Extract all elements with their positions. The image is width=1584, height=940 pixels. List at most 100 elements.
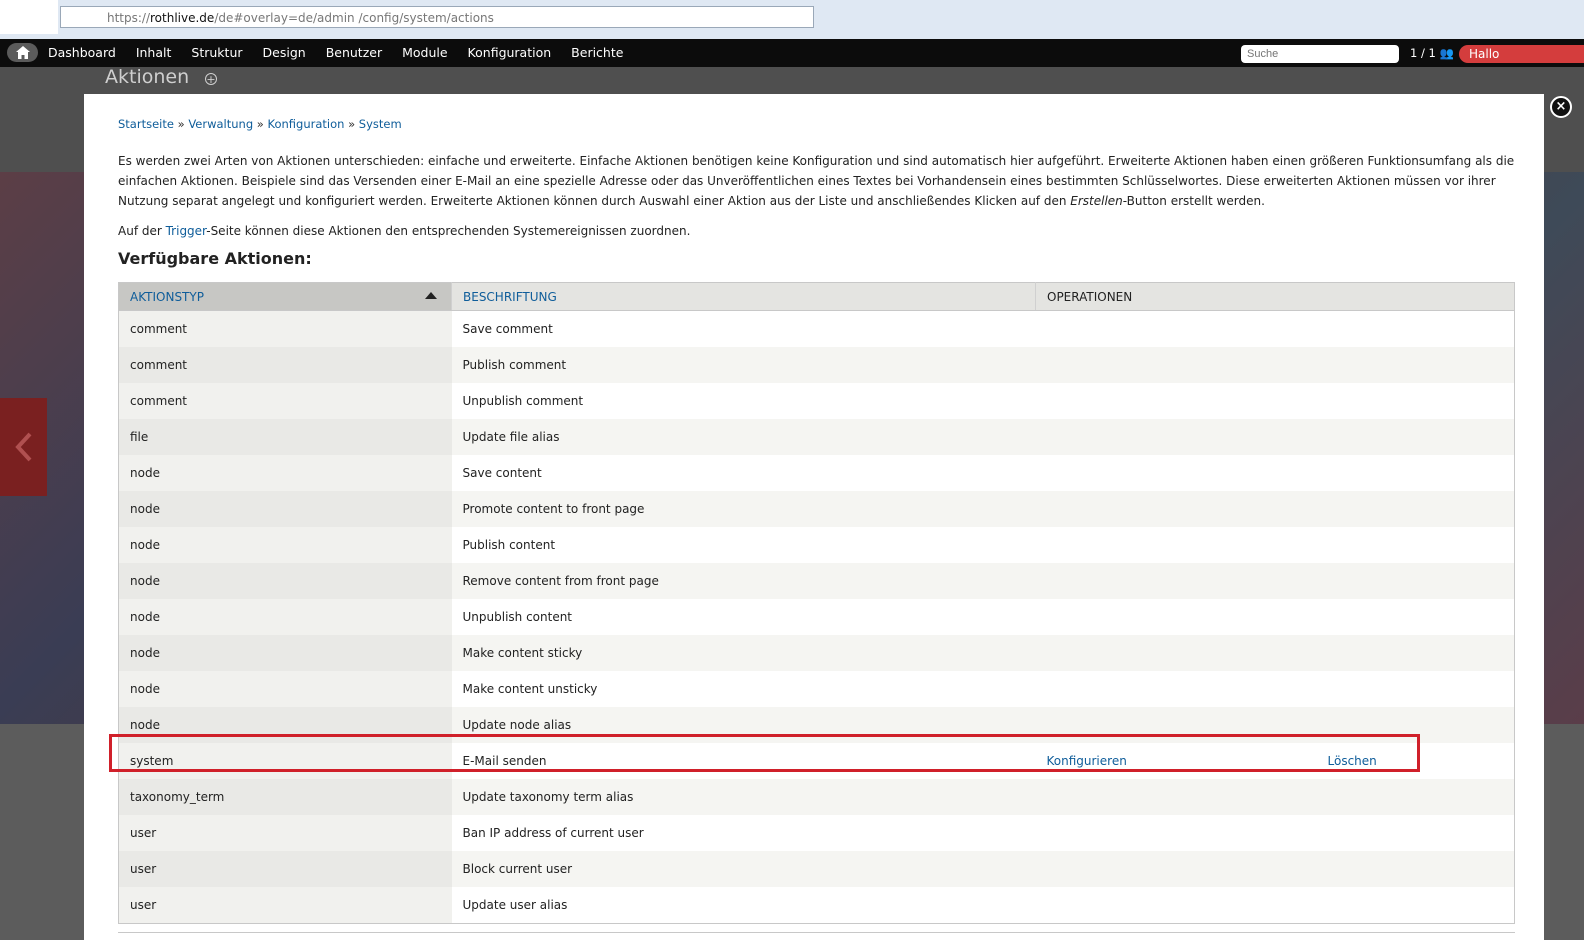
breadcrumb-separator: » <box>177 117 185 131</box>
menu-item-module[interactable]: Module <box>402 39 447 67</box>
divider <box>118 932 1515 933</box>
cell-action-label: Update taxonomy term alias <box>451 779 1036 815</box>
cell-action-label: Unpublish comment <box>451 383 1036 419</box>
cell-operations <box>1035 671 1515 707</box>
online-users: 1 / 1 👥 <box>1410 39 1454 67</box>
close-icon: × <box>1555 99 1567 114</box>
cell-operations <box>1035 815 1515 851</box>
cell-operations <box>1035 310 1515 347</box>
menu-item-dashboard[interactable]: Dashboard <box>48 39 116 67</box>
add-shortcut-icon[interactable]: + <box>205 73 217 85</box>
breadcrumb-separator: » <box>256 117 264 131</box>
table-row: taxonomy_term Update taxonomy term alias <box>118 779 1515 815</box>
menu-item-konfiguration[interactable]: Konfiguration <box>468 39 552 67</box>
trigger-link[interactable]: Trigger <box>166 224 207 238</box>
intro-text-emphasis: Erstellen <box>1070 194 1123 208</box>
cell-action-type: comment <box>118 383 452 419</box>
column-header-operations: OPERATIONEN <box>1035 282 1515 311</box>
cell-action-type: comment <box>118 310 452 347</box>
cell-action-type: taxonomy_term <box>118 779 452 815</box>
table-row: node Remove content from front page <box>118 563 1515 599</box>
menu-item-benutzer[interactable]: Benutzer <box>326 39 382 67</box>
table-row: system E-Mail senden Konfigurieren Löschen <box>118 743 1515 779</box>
cell-action-label: Make content sticky <box>451 635 1036 671</box>
cell-operations <box>1035 563 1515 599</box>
cell-action-label: Update file alias <box>451 419 1036 455</box>
configure-link[interactable]: Konfigurieren <box>1047 754 1328 768</box>
cell-action-type: system <box>118 743 452 779</box>
table-row: comment Unpublish comment <box>118 383 1515 419</box>
cell-action-label: Publish comment <box>451 347 1036 383</box>
operations-links: Konfigurieren Löschen <box>1047 754 1515 768</box>
browser-tab-area <box>0 0 58 34</box>
cell-action-type: node <box>118 563 452 599</box>
cell-action-label: Save content <box>451 455 1036 491</box>
table-row: comment Save comment <box>118 310 1515 347</box>
breadcrumb-konfiguration[interactable]: Konfiguration <box>267 117 344 131</box>
home-button[interactable] <box>7 43 38 62</box>
address-bar[interactable]: https://rothlive.de/de#overlay=de/admin … <box>60 6 814 28</box>
intro-text: Es werden zwei Arten von Aktionen unters… <box>118 151 1518 211</box>
search-input[interactable] <box>1241 45 1399 63</box>
breadcrumb-startseite[interactable]: Startseite <box>118 117 174 131</box>
cell-action-type: node <box>118 455 452 491</box>
cell-action-type: node <box>118 527 452 563</box>
delete-link[interactable]: Löschen <box>1328 754 1377 768</box>
cell-action-type: node <box>118 671 452 707</box>
admin-menu: Dashboard Inhalt Struktur Design Benutze… <box>48 39 643 67</box>
url-host: rothlive.de <box>150 11 215 25</box>
menu-item-struktur[interactable]: Struktur <box>191 39 242 67</box>
menu-item-design[interactable]: Design <box>263 39 306 67</box>
cell-action-type: comment <box>118 347 452 383</box>
cell-operations <box>1035 851 1515 887</box>
cell-action-label: Promote content to front page <box>451 491 1036 527</box>
table-header-row: AKTIONSTYP BESCHRIFTUNG OPERATIONEN <box>118 282 1515 311</box>
cell-operations <box>1035 527 1515 563</box>
cell-operations <box>1035 419 1515 455</box>
breadcrumb-verwaltung[interactable]: Verwaltung <box>188 117 253 131</box>
cell-action-label: Update user alias <box>451 887 1036 924</box>
cell-action-type: user <box>118 887 452 924</box>
cell-action-type: file <box>118 419 452 455</box>
table-row: node Update node alias <box>118 707 1515 743</box>
user-greeting-button[interactable]: Hallo <box>1459 45 1584 63</box>
cell-operations <box>1035 347 1515 383</box>
chevron-left-icon <box>14 432 31 462</box>
menu-item-inhalt[interactable]: Inhalt <box>136 39 172 67</box>
table-row: user Ban IP address of current user <box>118 815 1515 851</box>
column-header-type-label: AKTIONSTYP <box>130 289 204 304</box>
cell-operations <box>1035 887 1515 924</box>
url-path: /de#overlay=de/admin /config/system/acti… <box>214 11 494 25</box>
users-icon: 👥 <box>1439 46 1454 60</box>
column-header-type[interactable]: AKTIONSTYP <box>118 282 452 311</box>
cell-operations: Konfigurieren Löschen <box>1035 743 1515 779</box>
table-row: node Publish content <box>118 527 1515 563</box>
breadcrumb-separator: » <box>348 117 356 131</box>
cell-operations <box>1035 707 1515 743</box>
home-icon <box>15 46 30 59</box>
cell-operations <box>1035 383 1515 419</box>
close-overlay-button[interactable]: × <box>1550 96 1572 118</box>
table-row: node Promote content to front page <box>118 491 1515 527</box>
user-count: 1 / 1 <box>1410 46 1436 60</box>
cell-action-label: E-Mail senden <box>451 743 1036 779</box>
intro-text-main: Es werden zwei Arten von Aktionen unters… <box>118 154 1515 208</box>
breadcrumb-system[interactable]: System <box>359 117 402 131</box>
cell-operations <box>1035 779 1515 815</box>
cell-action-type: node <box>118 599 452 635</box>
column-header-label[interactable]: BESCHRIFTUNG <box>451 282 1036 311</box>
cell-action-label: Update node alias <box>451 707 1036 743</box>
cell-action-label: Make content unsticky <box>451 671 1036 707</box>
actions-table: AKTIONSTYP BESCHRIFTUNG OPERATIONEN comm… <box>118 282 1515 924</box>
table-row: node Save content <box>118 455 1515 491</box>
sort-ascending-icon <box>425 292 437 299</box>
menu-item-berichte[interactable]: Berichte <box>571 39 623 67</box>
url-prefix: https:// <box>107 11 151 25</box>
section-title: Verfügbare Aktionen: <box>118 249 312 268</box>
previous-slide-button[interactable] <box>0 398 47 496</box>
cell-operations <box>1035 635 1515 671</box>
page-title: Aktionen <box>105 66 190 88</box>
table-row: user Block current user <box>118 851 1515 887</box>
trigger-text-before: Auf der <box>118 224 166 238</box>
cell-operations <box>1035 599 1515 635</box>
